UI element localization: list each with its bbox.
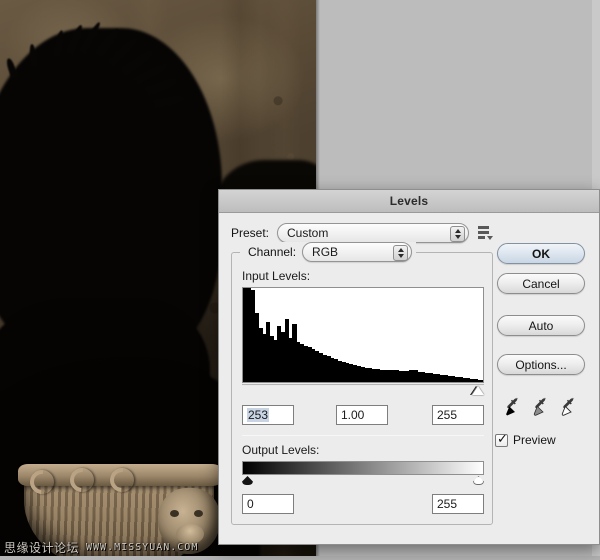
slider-track (242, 384, 484, 386)
preset-stepper-icon[interactable] (450, 226, 465, 242)
output-white-point-field[interactable]: 255 (432, 494, 484, 514)
channel-row: Channel: RGB (244, 242, 417, 262)
check-icon: ✓ (497, 431, 508, 447)
dialog-body: Preset: Custom Channel: RGB Input Levels… (219, 213, 599, 535)
chevron-up-icon (397, 248, 404, 252)
output-levels-label: Output Levels: (242, 443, 320, 457)
channel-stepper-icon[interactable] (393, 245, 409, 261)
output-black-point-field[interactable]: 0 (242, 494, 294, 514)
menu-line (478, 231, 489, 234)
histogram (242, 287, 484, 383)
preset-row: Preset: Custom (231, 223, 589, 243)
dialog-button-column: OK Cancel Auto Options... ✓ Preview (495, 243, 587, 447)
gray-point-eyedropper[interactable] (533, 397, 549, 417)
input-gamma-value: 1.00 (341, 408, 365, 422)
output-levels-gradient (242, 461, 484, 475)
watermark-forum-name: 思缘设计论坛 (4, 541, 80, 555)
preset-options-icon[interactable] (478, 225, 494, 241)
black-point-eyedropper[interactable] (505, 397, 521, 417)
preset-label: Preset: (231, 226, 270, 240)
chevron-down-icon (397, 254, 404, 258)
output-black-point-value: 0 (247, 497, 254, 511)
preview-label: Preview (513, 433, 556, 447)
input-black-point-field[interactable]: 253 (242, 405, 294, 425)
output-white-point-value: 255 (437, 497, 458, 511)
input-white-point-value: 255 (437, 408, 458, 422)
auto-button[interactable]: Auto (497, 315, 585, 336)
channel-label: Channel: (248, 245, 297, 259)
input-levels-fields: 253 1.00 255 (242, 405, 484, 425)
chevron-up-icon (454, 229, 461, 233)
black-handle-glyph (242, 476, 253, 485)
chevron-down-icon (454, 235, 461, 239)
preview-checkbox-row[interactable]: ✓ Preview (495, 433, 556, 447)
section-divider (242, 435, 484, 436)
input-gamma-field[interactable]: 1.00 (336, 405, 388, 425)
preset-select[interactable]: Custom (277, 223, 469, 243)
white-handle-glyph (473, 476, 484, 485)
input-levels-slider[interactable] (242, 384, 484, 398)
menu-line (478, 226, 489, 229)
histogram-bars (243, 288, 483, 382)
input-black-point-value: 253 (247, 408, 270, 422)
levels-dialog[interactable]: Levels Preset: Custom Channel: RGB Input… (218, 189, 600, 545)
photoshop-workspace: 思缘设计论坛 WWW.MISSYUAN.COM Levels Preset: C… (0, 0, 600, 560)
output-white-point-handle[interactable] (473, 476, 484, 485)
preset-value: Custom (287, 226, 329, 240)
dialog-titlebar[interactable]: Levels (219, 190, 599, 213)
chevron-down-icon (487, 236, 493, 240)
output-black-point-handle[interactable] (242, 476, 253, 485)
watermark: 思缘设计论坛 WWW.MISSYUAN.COM (4, 539, 198, 556)
ok-button[interactable]: OK (497, 243, 585, 264)
watermark-url: WWW.MISSYUAN.COM (86, 542, 199, 553)
preview-checkbox[interactable]: ✓ (495, 431, 508, 447)
canvas-bottom-margin (0, 556, 600, 560)
lion-eye (194, 510, 203, 517)
options-button[interactable]: Options... (497, 354, 585, 375)
histogram-bar (481, 380, 483, 382)
channel-value: RGB (312, 245, 339, 259)
input-white-point-field[interactable]: 255 (432, 405, 484, 425)
output-levels-fields: 0 255 (242, 494, 484, 514)
levels-group-box: Channel: RGB Input Levels: 253 1.00 255 … (231, 242, 493, 525)
channel-select[interactable]: RGB (302, 242, 413, 262)
input-white-point-handle[interactable] (472, 386, 484, 395)
cancel-button[interactable]: Cancel (497, 273, 585, 294)
output-levels-slider[interactable] (242, 475, 484, 488)
lion-eye (170, 510, 179, 517)
input-levels-label: Input Levels: (242, 269, 311, 283)
eyedropper-group (505, 397, 577, 417)
dialog-title: Levels (389, 194, 429, 208)
menu-line (478, 236, 485, 239)
white-point-eyedropper[interactable] (561, 397, 577, 417)
